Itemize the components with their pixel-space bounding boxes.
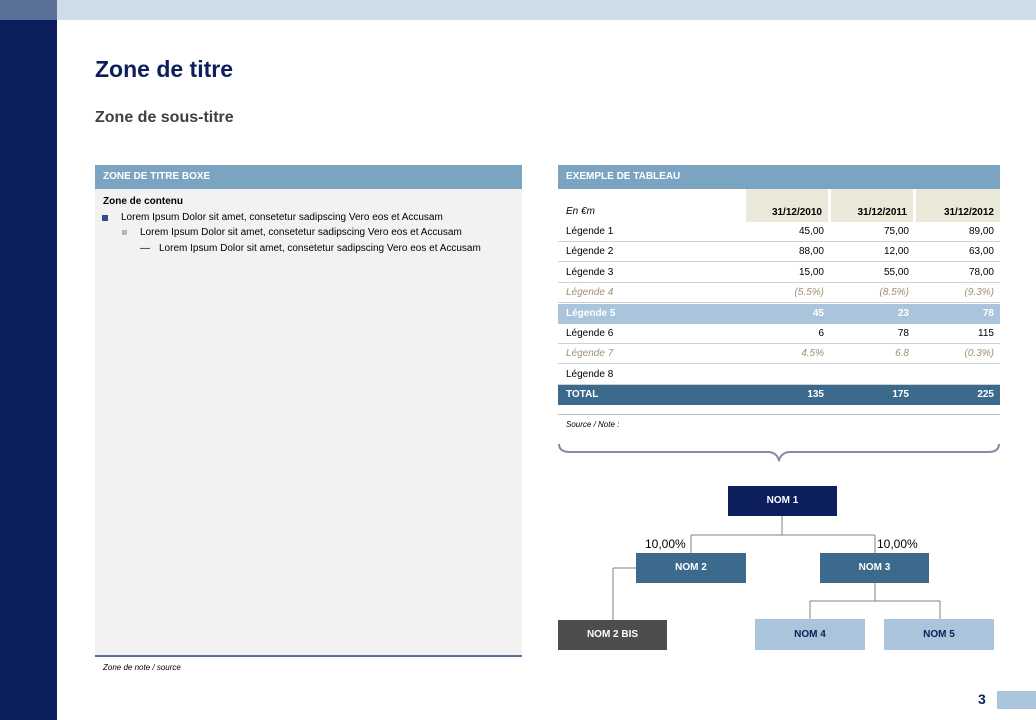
page-number-accent [997, 691, 1036, 709]
org-percent-left: 10,00% [645, 537, 686, 551]
org-node-nom2: NOM 2 [636, 553, 746, 583]
org-node-nom1: NOM 1 [728, 486, 837, 516]
org-node-nom4: NOM 4 [755, 619, 865, 650]
org-node-nom5: NOM 5 [884, 619, 994, 650]
org-chart-connectors [612, 516, 941, 620]
page-number: 3 [978, 691, 986, 707]
org-node-nom3: NOM 3 [820, 553, 929, 583]
org-node-nom2bis: NOM 2 BIS [558, 620, 667, 650]
org-percent-right: 10,00% [877, 537, 918, 551]
